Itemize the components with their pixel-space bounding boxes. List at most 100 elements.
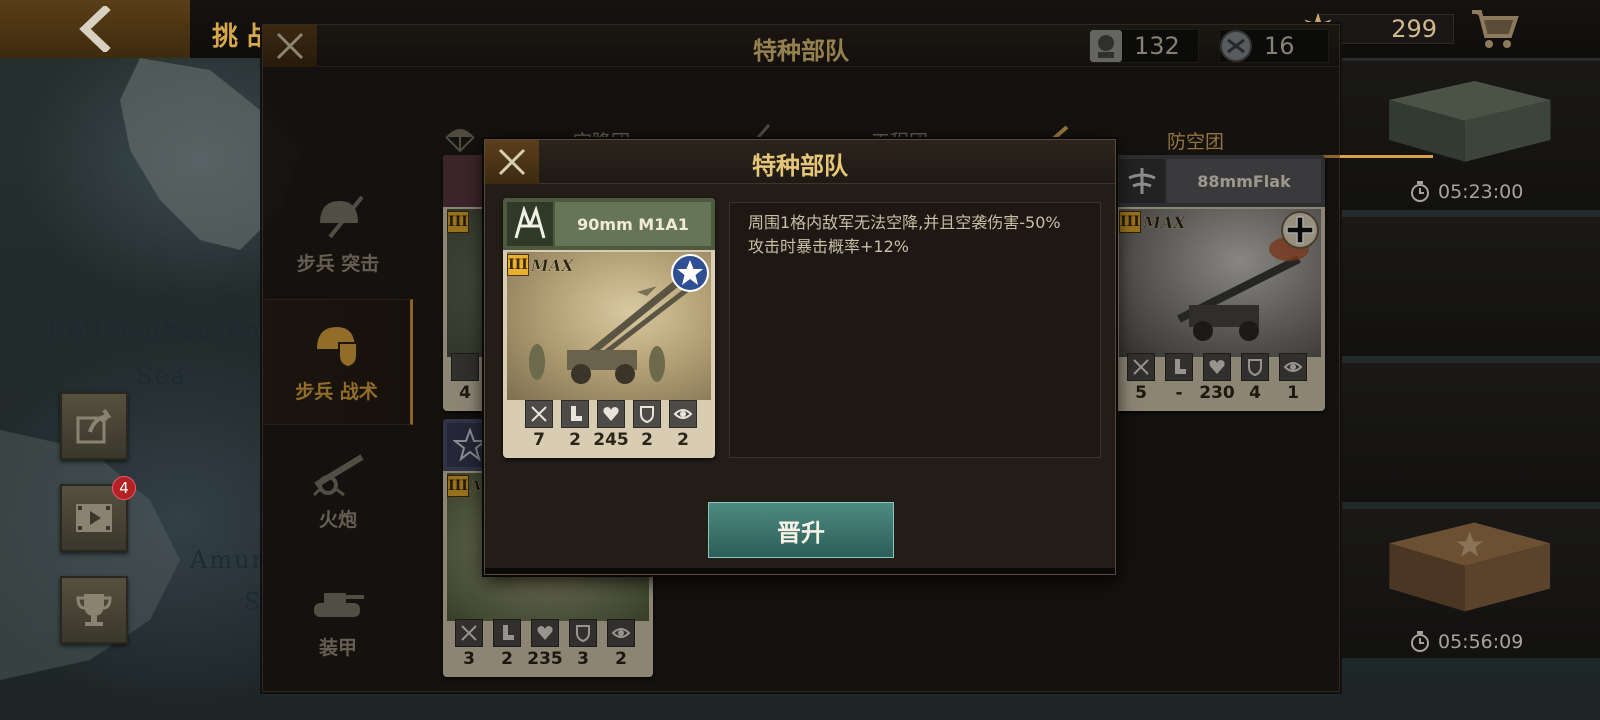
- trophy-button[interactable]: [60, 576, 128, 644]
- category-artillery[interactable]: 火炮: [263, 427, 413, 553]
- category-artillery-label: 火炮: [318, 508, 357, 531]
- stat-sight: 2: [603, 619, 639, 673]
- star-emblem-icon: [453, 428, 487, 462]
- map-label-sea-2: Sea: [136, 362, 187, 390]
- dialog-bottom-edge: [485, 568, 1115, 574]
- ability-line-2: 攻击时暴击概率+12%: [748, 237, 909, 256]
- stat-hp: 245: [593, 400, 629, 454]
- stat-attack: 4: [447, 353, 483, 407]
- unit-detail-dialog: 特种部队 90mm M1A1 III MAX 7 2 245 2 2 周围1格内…: [484, 139, 1116, 575]
- film-icon: [76, 504, 112, 532]
- clock-icon: [1411, 181, 1429, 202]
- card-name: 90mm M1A1: [555, 202, 711, 246]
- stat-move-value: 2: [501, 649, 513, 669]
- card-rank: III MAX: [507, 254, 574, 276]
- dialog-title: 特种部队: [752, 152, 848, 180]
- germany-cross-icon: [1281, 211, 1319, 249]
- boot-icon: [561, 400, 589, 428]
- tank-icon: [314, 592, 364, 617]
- attack-icon: [455, 619, 483, 647]
- attack-icon: [451, 353, 479, 381]
- card-rank: III: [447, 211, 469, 233]
- card-name: 88mmFlak: [1167, 159, 1321, 203]
- category-infantry-tactics[interactable]: 步兵 战术: [263, 299, 413, 425]
- wooden-crate-icon: [1389, 522, 1551, 612]
- crate-timer-1: 05:23:00: [1410, 181, 1523, 203]
- rank-icon: III: [447, 211, 469, 233]
- crate-slot-1[interactable]: 05:23:00: [1340, 60, 1600, 210]
- stat-defense: 4: [1237, 353, 1273, 407]
- dialog-close-button[interactable]: [485, 140, 539, 184]
- stat-defense-value: 4: [1249, 383, 1261, 403]
- stat-sight-value: 2: [677, 430, 689, 450]
- usa-star-icon: [671, 254, 709, 292]
- stat-defense-value: 3: [577, 649, 589, 669]
- stat-move-value: -: [1175, 383, 1183, 403]
- crate-timer-1-text: 05:23:00: [1438, 181, 1524, 203]
- stat-hp: 235: [527, 619, 563, 673]
- rank-icon: III: [1119, 211, 1141, 233]
- heart-icon: [1203, 353, 1231, 381]
- video-button[interactable]: 4: [60, 476, 136, 552]
- rank-icon: III: [447, 475, 469, 497]
- stat-hp-value: 245: [593, 430, 629, 450]
- crate-slot-2[interactable]: [1340, 216, 1600, 356]
- card-rank: III MAX: [1119, 211, 1186, 233]
- card-emblem: [1119, 159, 1165, 203]
- eye-icon: [1279, 353, 1307, 381]
- shop-cart-icon[interactable]: [1470, 6, 1520, 50]
- rank-icon: III: [507, 254, 529, 276]
- category-infantry-assault[interactable]: 步兵 突击: [263, 171, 413, 297]
- general-badge-counter: 132: [1089, 29, 1199, 63]
- attack-icon: [525, 400, 553, 428]
- stat-move: -: [1161, 353, 1197, 407]
- crate-slot-4[interactable]: 05:56:09: [1340, 508, 1600, 658]
- ability-line-1: 周围1格内敌军无法空降,并且空袭伤害-50%: [748, 213, 1061, 232]
- heart-icon: [531, 619, 559, 647]
- stat-attack-value: 4: [459, 383, 471, 403]
- stat-defense: 2: [629, 400, 665, 454]
- stat-attack-value: 7: [533, 430, 545, 450]
- stat-hp-value: 230: [1199, 383, 1235, 403]
- boot-icon: [493, 619, 521, 647]
- category-infantry-assault-label: 步兵 突击: [296, 252, 380, 275]
- card-stats: 7 2 245 2 2: [507, 400, 711, 454]
- general-badge-value: 132: [1134, 32, 1180, 60]
- trophy-icon: [76, 594, 112, 626]
- stat-defense: 3: [565, 619, 601, 673]
- category-armor[interactable]: 装甲: [263, 555, 413, 681]
- panel-close-button[interactable]: [263, 25, 317, 67]
- crate-timer-2-text: 05:56:09: [1438, 631, 1524, 653]
- back-button[interactable]: [0, 0, 190, 58]
- unit-card-90mm-m1a1: 90mm M1A1 III MAX 7 2 245 2 2: [503, 198, 715, 458]
- eye-icon: [607, 619, 635, 647]
- stat-move: 2: [557, 400, 593, 454]
- aa-branch-emblem-icon: [514, 206, 546, 239]
- promote-button[interactable]: 晋升: [708, 502, 894, 558]
- shield-icon: [569, 619, 597, 647]
- stat-attack: 5: [1123, 353, 1159, 407]
- share-button[interactable]: [60, 392, 128, 460]
- coin-value: 299: [1391, 15, 1437, 43]
- category-armor-label: 装甲: [318, 636, 357, 659]
- shield-icon: [1241, 353, 1269, 381]
- unit-card-88mmflak[interactable]: 88mmFlak III MAX 5 - 230 4 1: [1115, 155, 1325, 411]
- heart-icon: [597, 400, 625, 428]
- assault-helmet-icon: [320, 195, 364, 238]
- crate-slot-3[interactable]: [1340, 362, 1600, 502]
- medal-counter: 16: [1219, 29, 1329, 63]
- stat-move: 2: [489, 619, 525, 673]
- stat-attack: 3: [451, 619, 487, 673]
- back-arrow-icon: [79, 6, 111, 52]
- clock-icon: [1411, 631, 1429, 652]
- card-stats: 3 2 235 3 2: [447, 619, 649, 673]
- max-label: MAX: [531, 255, 574, 275]
- category-infantry-tactics-label: 步兵 战术: [295, 380, 378, 403]
- stat-sight-value: 1: [1287, 383, 1299, 403]
- stat-attack: 7: [521, 400, 557, 454]
- max-label: MAX: [1143, 212, 1186, 232]
- boot-icon: [1165, 353, 1193, 381]
- stat-sight: 2: [665, 400, 701, 454]
- parachute-icon: [445, 129, 475, 153]
- stat-attack-value: 5: [1135, 383, 1147, 403]
